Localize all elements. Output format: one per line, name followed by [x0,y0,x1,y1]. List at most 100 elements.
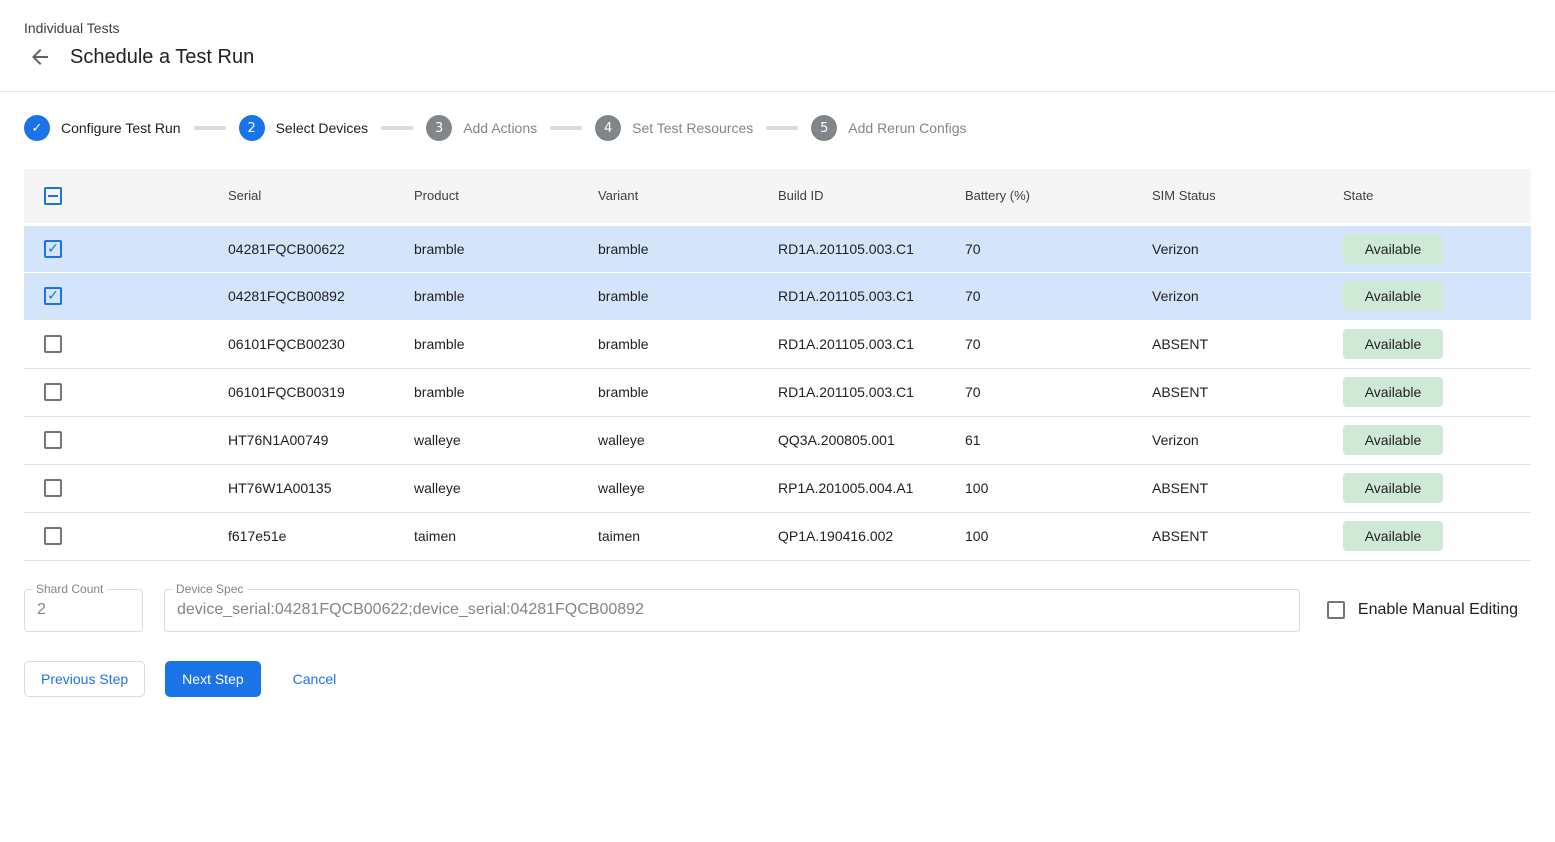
step-add-rerun-configs[interactable]: 5 Add Rerun Configs [811,115,966,141]
state-cell: Available [1343,320,1531,368]
product-cell: walleye [414,416,598,464]
variant-cell: walleye [598,464,778,512]
sim-status-cell: ABSENT [1152,368,1343,416]
step-select-devices[interactable]: 2 Select Devices [239,115,369,141]
step-label: Select Devices [276,120,369,136]
table-row[interactable]: f617e51e taimen taimen QP1A.190416.002 1… [24,512,1531,560]
sim-status-cell: ABSENT [1152,512,1343,560]
device-spec-field[interactable]: Device Spec device_serial:04281FQCB00622… [164,589,1300,632]
battery-cell: 70 [965,368,1152,416]
step-connector [550,126,582,130]
step-configure-test-run[interactable]: ✓ Configure Test Run [24,115,181,141]
step-label: Add Actions [463,120,537,136]
battery-cell: 70 [965,320,1152,368]
column-header-sim-status: SIM Status [1152,169,1343,224]
step-add-actions[interactable]: 3 Add Actions [426,115,537,141]
table-row[interactable]: HT76W1A00135 walleye walleye RP1A.201005… [24,464,1531,512]
table-row[interactable]: 04281FQCB00892 bramble bramble RD1A.2011… [24,272,1531,320]
shard-count-field[interactable]: Shard Count 2 [24,589,143,632]
row-checkbox[interactable] [44,479,62,497]
state-badge: Available [1343,281,1443,311]
state-cell: Available [1343,368,1531,416]
battery-cell: 70 [965,224,1152,272]
state-cell: Available [1343,416,1531,464]
state-cell: Available [1343,272,1531,320]
step-set-test-resources[interactable]: 4 Set Test Resources [595,115,753,141]
variant-cell: bramble [598,224,778,272]
build-id-cell: RD1A.201105.003.C1 [778,320,965,368]
build-id-cell: RD1A.201105.003.C1 [778,224,965,272]
product-cell: bramble [414,320,598,368]
row-checkbox[interactable] [44,240,62,258]
row-checkbox[interactable] [44,287,62,305]
step-connector [194,126,226,130]
product-cell: bramble [414,272,598,320]
battery-cell: 61 [965,416,1152,464]
back-arrow-icon[interactable] [28,45,52,69]
table-row[interactable]: 04281FQCB00622 bramble bramble RD1A.2011… [24,224,1531,272]
table-row[interactable]: 06101FQCB00230 bramble bramble RD1A.2011… [24,320,1531,368]
manual-editing-checkbox[interactable] [1327,601,1345,619]
row-checkbox[interactable] [44,431,62,449]
device-spec-value: device_serial:04281FQCB00622;device_seri… [177,601,644,619]
step-circle: 5 [811,115,837,141]
serial-cell: HT76W1A00135 [228,464,414,512]
step-circle: 4 [595,115,621,141]
serial-cell: 06101FQCB00319 [228,368,414,416]
select-all-checkbox[interactable] [44,187,62,205]
table-row[interactable]: HT76N1A00749 walleye walleye QQ3A.200805… [24,416,1531,464]
button-row: Previous Step Next Step Cancel [24,661,1531,697]
variant-cell: bramble [598,368,778,416]
state-cell: Available [1343,464,1531,512]
column-header-battery: Battery (%) [965,169,1152,224]
product-cell: bramble [414,224,598,272]
page-header: Individual Tests Schedule a Test Run [0,0,1555,69]
product-cell: taimen [414,512,598,560]
step-label: Add Rerun Configs [848,120,966,136]
shard-count-value: 2 [37,601,46,619]
state-badge: Available [1343,473,1443,503]
serial-cell: HT76N1A00749 [228,416,414,464]
device-spec-label: Device Spec [172,582,247,596]
sim-status-cell: Verizon [1152,416,1343,464]
column-header-build-id: Build ID [778,169,965,224]
row-checkbox[interactable] [44,335,62,353]
table-row[interactable]: 06101FQCB00319 bramble bramble RD1A.2011… [24,368,1531,416]
product-cell: bramble [414,368,598,416]
previous-step-button[interactable]: Previous Step [24,661,145,697]
variant-cell: taimen [598,512,778,560]
sim-status-cell: ABSENT [1152,320,1343,368]
page-title: Schedule a Test Run [70,46,254,69]
table-header-row: Serial Product Variant Build ID Battery … [24,169,1531,224]
state-badge: Available [1343,234,1443,264]
row-checkbox[interactable] [44,527,62,545]
state-cell: Available [1343,512,1531,560]
step-label: Configure Test Run [61,120,181,136]
header-divider [0,91,1555,92]
product-cell: walleye [414,464,598,512]
build-id-cell: RP1A.201005.004.A1 [778,464,965,512]
variant-cell: bramble [598,320,778,368]
sim-status-cell: Verizon [1152,272,1343,320]
stepper: ✓ Configure Test Run 2 Select Devices 3 … [24,115,1531,141]
cancel-button[interactable]: Cancel [277,661,353,697]
serial-cell: 04281FQCB00622 [228,224,414,272]
battery-cell: 100 [965,512,1152,560]
serial-cell: f617e51e [228,512,414,560]
state-cell: Available [1343,224,1531,272]
enable-manual-editing-toggle[interactable]: Enable Manual Editing [1327,601,1518,619]
device-table: Serial Product Variant Build ID Battery … [24,169,1531,561]
build-id-cell: QQ3A.200805.001 [778,416,965,464]
row-checkbox[interactable] [44,383,62,401]
next-step-button[interactable]: Next Step [165,661,260,697]
step-circle: 3 [426,115,452,141]
variant-cell: walleye [598,416,778,464]
column-header-state: State [1343,169,1531,224]
column-header-variant: Variant [598,169,778,224]
step-circle: ✓ [24,115,50,141]
variant-cell: bramble [598,272,778,320]
step-connector [766,126,798,130]
step-connector [381,126,413,130]
build-id-cell: RD1A.201105.003.C1 [778,272,965,320]
manual-editing-label: Enable Manual Editing [1358,601,1518,619]
